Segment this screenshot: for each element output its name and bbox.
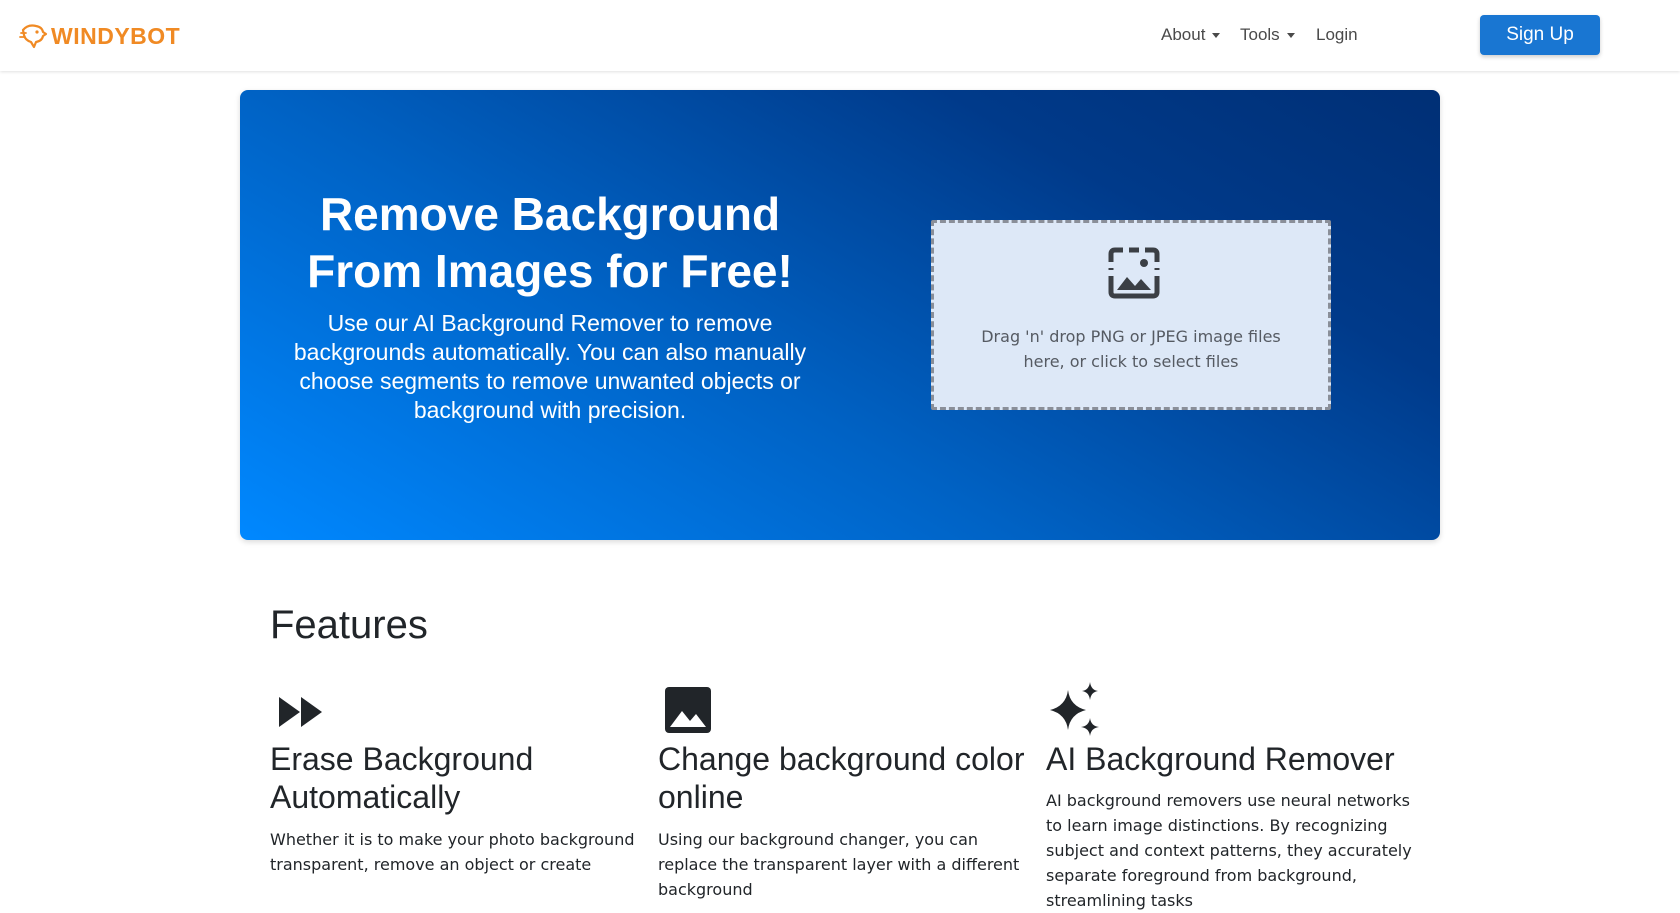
hero-banner: Remove Background From Images for Free! … [240, 90, 1440, 540]
hero-subtitle: Use our AI Background Remover to remove … [293, 310, 807, 423]
windybot-logo-icon [19, 24, 48, 49]
feature-title: Erase Background Automatically [270, 741, 534, 815]
sparkles-icon [1050, 682, 1099, 736]
nav-login-link[interactable]: Login [1316, 24, 1358, 46]
nav-about-dropdown[interactable]: About [1161, 24, 1221, 46]
hero-title: Remove Background From Images for Free! [307, 188, 793, 297]
image-upload-icon [1108, 247, 1160, 299]
brand-name: WINDYBOT [51, 22, 181, 49]
feature-title: Change background color online [658, 741, 1025, 815]
image-dropzone[interactable]: Drag 'n' drop PNG or JPEG image files he… [931, 220, 1331, 410]
nav-about-label: About [1161, 25, 1206, 44]
navbar: WINDYBOT About Tools Login Sign Up [0, 0, 1680, 71]
fast-forward-icon [279, 697, 322, 727]
image-icon [665, 687, 711, 733]
feature-title: AI Background Remover [1046, 741, 1395, 777]
nav-tools-label: Tools [1240, 25, 1280, 44]
feature-description: Using our background changer, you can re… [658, 830, 1020, 899]
signup-button[interactable]: Sign Up [1480, 15, 1600, 55]
feature-description: Whether it is to make your photo backgro… [270, 830, 635, 874]
signup-button-label: Sign Up [1506, 24, 1574, 45]
dropzone-instructions: Drag 'n' drop PNG or JPEG image files he… [981, 327, 1281, 371]
features-heading: Features [270, 603, 428, 647]
nav-login-label: Login [1316, 25, 1358, 44]
caret-down-icon [1212, 33, 1221, 38]
nav-tools-dropdown[interactable]: Tools [1240, 24, 1295, 46]
feature-description: AI background removers use neural networ… [1046, 791, 1412, 910]
caret-down-icon [1286, 33, 1295, 38]
brand-logo[interactable]: WINDYBOT [19, 20, 180, 52]
